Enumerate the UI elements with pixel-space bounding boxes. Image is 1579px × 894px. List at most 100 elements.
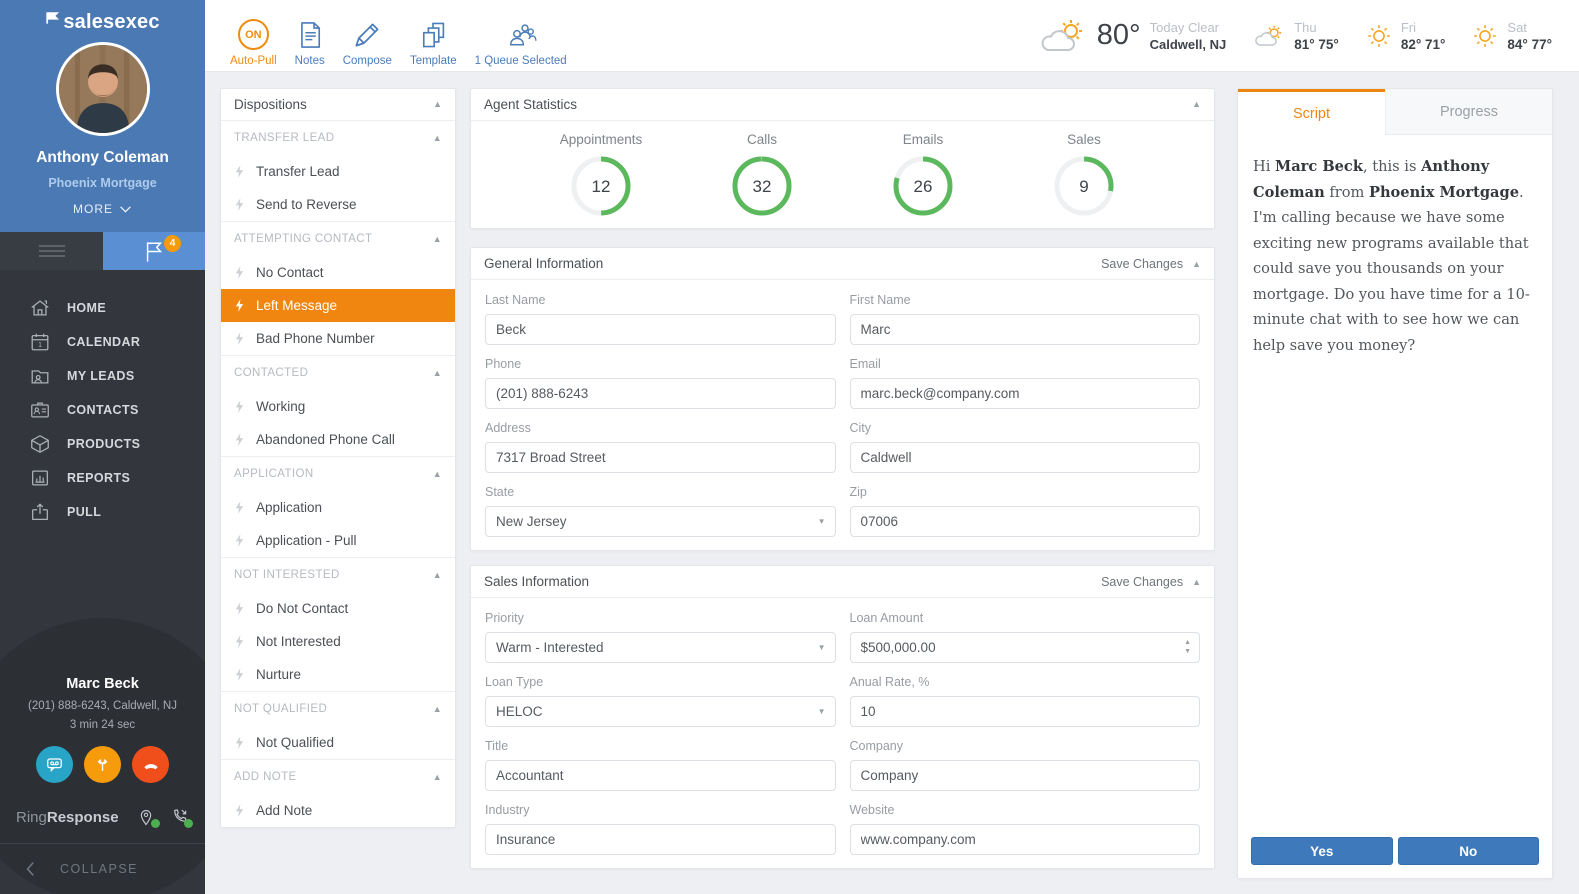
state-field: State ▼ [485, 485, 836, 537]
dispo-item-application[interactable]: Application [221, 491, 455, 524]
loan-type-select[interactable] [485, 696, 836, 727]
compose-button[interactable]: Compose [334, 5, 401, 67]
dispo-item-bad-phone-number[interactable]: Bad Phone Number [221, 322, 455, 355]
sidebar-item-pull[interactable]: PULL [0, 495, 205, 529]
incoming-call-button[interactable] [171, 807, 193, 828]
dispo-item-do-not-contact[interactable]: Do Not Contact [221, 592, 455, 625]
user-avatar[interactable] [55, 42, 150, 136]
lead-flag-tab[interactable]: 4 [103, 232, 205, 270]
bolt-icon [235, 332, 244, 345]
transfer-button[interactable] [84, 746, 121, 783]
dispo-item-not-qualified[interactable]: Not Qualified [221, 726, 455, 759]
auto-pull-toggle[interactable]: ON Auto-Pull [221, 5, 286, 67]
collapse-button[interactable]: COLLAPSE [0, 843, 205, 894]
more-button[interactable]: MORE [0, 202, 205, 216]
company-input[interactable] [849, 760, 1200, 791]
dispo-item-label: Do Not Contact [256, 601, 349, 616]
template-button[interactable]: Template [401, 5, 466, 67]
dispo-section-header[interactable]: NOT QUALIFIED ▲ [221, 692, 455, 726]
sidebar-item-products[interactable]: PRODUCTS [0, 427, 205, 461]
save-changes-label: Save Changes [1101, 574, 1184, 589]
dispo-section-label: APPLICATION [234, 468, 314, 480]
stat-calls: Calls 32 [702, 132, 822, 217]
tab-script[interactable]: Script [1238, 89, 1385, 135]
dispo-item-working[interactable]: Working [221, 390, 455, 423]
field-label: Loan Amount [849, 611, 924, 625]
address-field: Address [485, 421, 836, 473]
field-label: Last Name [485, 293, 546, 307]
zip-field: Zip [849, 485, 1200, 537]
dispo-item-label: Not Interested [256, 634, 341, 649]
priority-select[interactable] [485, 632, 836, 663]
no-button[interactable]: No [1397, 837, 1539, 865]
sidebar-item-my-leads[interactable]: MY LEADS [0, 359, 205, 393]
voicemail-button[interactable] [36, 746, 73, 783]
industry-field: Industry [485, 803, 836, 855]
voicemail-icon [47, 758, 62, 772]
number-stepper-icon[interactable]: ▲ ▼ [1184, 638, 1191, 656]
sidebar-item-label: CONTACTS [67, 403, 139, 417]
phone-input[interactable] [485, 378, 836, 409]
notes-button[interactable]: Notes [286, 5, 334, 67]
dispo-item-left-message[interactable]: Left Message [221, 289, 455, 322]
save-changes-button[interactable]: Save Changes ▲ [1101, 257, 1201, 271]
sidebar-item-reports[interactable]: REPORTS [0, 461, 205, 495]
title-input[interactable] [485, 760, 836, 791]
flag-icon [146, 241, 163, 262]
dispo-item-no-contact[interactable]: No Contact [221, 256, 455, 289]
website-input[interactable] [849, 824, 1200, 855]
pull-icon [32, 503, 48, 520]
queue-selected-button[interactable]: 1 Queue Selected [466, 5, 576, 67]
dispositions-header: Dispositions ▲ [221, 89, 455, 121]
ringresponse-brand-regular: Ring [16, 808, 47, 826]
tab-progress[interactable]: Progress [1385, 89, 1552, 135]
dispo-item-abandoned-phone-call[interactable]: Abandoned Phone Call [221, 423, 455, 456]
dispo-section-header[interactable]: APPLICATION ▲ [221, 457, 455, 491]
stat-appointments: Appointments 12 [541, 132, 661, 217]
bolt-icon [235, 668, 244, 681]
app-logo[interactable]: salesexec [0, 0, 205, 34]
collapse-caret-icon[interactable]: ▲ [1192, 100, 1201, 109]
dispo-item-not-interested[interactable]: Not Interested [221, 625, 455, 658]
state-select[interactable] [485, 506, 836, 537]
menu-button[interactable] [0, 232, 103, 270]
yes-button[interactable]: Yes [1251, 837, 1393, 865]
first-name-input[interactable] [849, 314, 1200, 345]
location-status-button[interactable] [138, 807, 160, 828]
dispo-item-application-pull[interactable]: Application - Pull [221, 524, 455, 557]
sidebar-item-contacts[interactable]: CONTACTS [0, 393, 205, 427]
main-content: Agent Statistics ▲ Appointments 12 Calls… [470, 88, 1215, 869]
dispo-item-transfer-lead[interactable]: Transfer Lead [221, 155, 455, 188]
dispo-item-send-to-reverse[interactable]: Send to Reverse [221, 188, 455, 221]
annual-rate-input[interactable] [849, 696, 1200, 727]
hamburger-icon [38, 242, 65, 260]
zip-input[interactable] [849, 506, 1200, 537]
dispo-section-header[interactable]: CONTACTED ▲ [221, 356, 455, 390]
field-label: Email [849, 357, 881, 371]
save-changes-button[interactable]: Save Changes ▲ [1101, 575, 1201, 589]
dispo-item-nurture[interactable]: Nurture [221, 658, 455, 691]
sun-icon [1474, 24, 1497, 47]
collapse-caret-icon: ▲ [432, 233, 442, 244]
dispo-section-header[interactable]: TRANSFER LEAD ▲ [221, 121, 455, 155]
dispo-section-header[interactable]: NOT INTERESTED ▲ [221, 558, 455, 592]
dispo-section-header[interactable]: ATTEMPTING CONTACT ▲ [221, 222, 455, 256]
dispo-section-label: ATTEMPTING CONTACT [234, 233, 373, 245]
sidebar-item-home[interactable]: HOME [0, 291, 205, 325]
address-input[interactable] [485, 442, 836, 473]
dispo-item-add-note[interactable]: Add Note [221, 794, 455, 827]
script-contact-name: Marc Beck [1275, 158, 1363, 175]
sales-info-panel: Sales Information Save Changes ▲ Priority… [470, 565, 1215, 869]
city-input[interactable] [849, 442, 1200, 473]
collapse-caret-icon[interactable]: ▲ [433, 100, 442, 109]
loan-amount-input[interactable] [849, 632, 1200, 663]
website-field: Website [849, 803, 1200, 855]
email-input[interactable] [849, 378, 1200, 409]
forecast-temps: 81° 75° [1294, 36, 1339, 52]
dispo-item-label: Nurture [256, 667, 302, 682]
sidebar-item-calendar[interactable]: 1 CALENDAR [0, 325, 205, 359]
hangup-button[interactable] [132, 746, 169, 783]
last-name-input[interactable] [485, 314, 836, 345]
industry-input[interactable] [485, 824, 836, 855]
dispo-section-header[interactable]: ADD NOTE ▲ [221, 760, 455, 794]
